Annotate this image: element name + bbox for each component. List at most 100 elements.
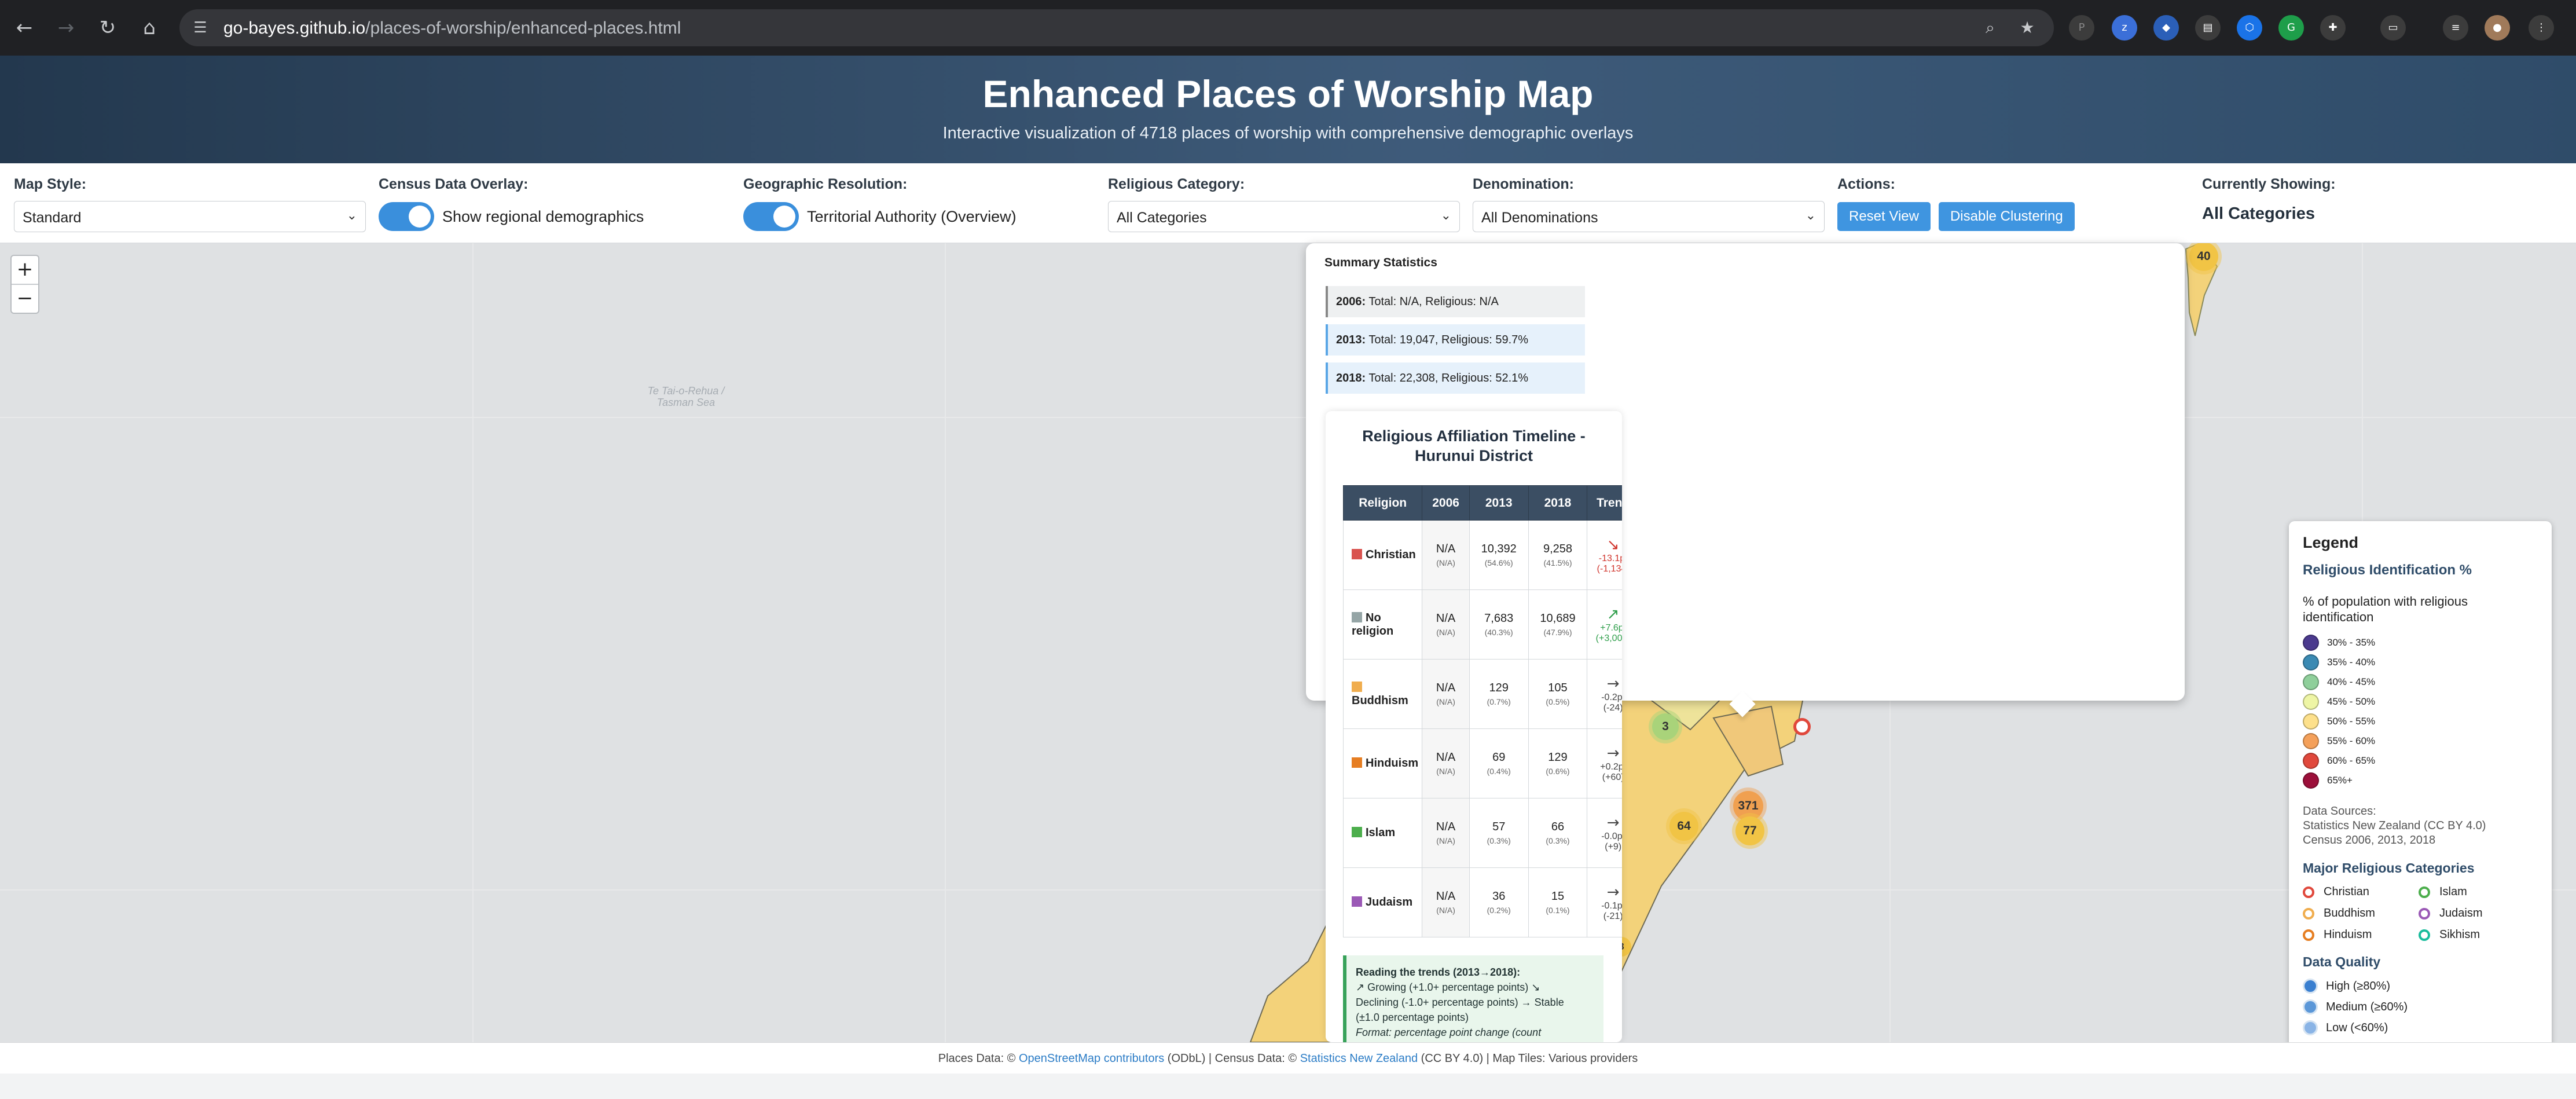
chevron-down-icon: ⌄ [346, 208, 357, 223]
value-cell: N/A (N/A) [1422, 867, 1470, 937]
stats-nz-link[interactable]: Statistics New Zealand [1300, 1052, 1418, 1065]
menu-dots-icon[interactable]: ⋮ [2529, 15, 2554, 41]
url-text[interactable]: go-bayes.github.io/places-of-worship/enh… [223, 19, 681, 38]
actions-control: Actions: Reset View Disable Clustering [1837, 176, 2083, 232]
cluster-marker[interactable]: 77 [1735, 816, 1764, 845]
trend-cell: ↗+7.6pt(+3,006) [1587, 589, 1622, 660]
value-cell: N/A (N/A) [1422, 589, 1470, 660]
religious-category-select[interactable]: All Categories ⌄ [1108, 201, 1460, 232]
scale-swatch [2303, 713, 2319, 730]
legend-scale-item: 65%+ [2303, 771, 2538, 790]
currently-showing: Currently Showing: All Categories [2202, 176, 2336, 223]
value-cell: 129 (0.6%) [1528, 728, 1588, 798]
zoom-out-button[interactable]: − [12, 285, 38, 313]
scale-swatch [2303, 674, 2319, 690]
zoom-control: + − [10, 255, 39, 314]
denomination-select[interactable]: All Denominations ⌄ [1473, 201, 1825, 232]
scale-swatch [2303, 772, 2319, 789]
trend-arrow-icon: → [1606, 675, 1620, 693]
religion-cell: Hinduism [1342, 728, 1423, 798]
page-title: Enhanced Places of Worship Map [982, 72, 1594, 115]
trend-cell: →-0.1pt(-21) [1587, 867, 1622, 937]
home-icon[interactable]: ⌂ [135, 14, 163, 42]
value-cell: 57 (0.3%) [1469, 798, 1529, 868]
extension-hex-icon[interactable]: ⬡ [2237, 15, 2262, 41]
census-overlay-control: Census Data Overlay: Show regional demog… [379, 176, 644, 232]
media-controls-icon[interactable]: ≡ [2443, 15, 2468, 41]
value-cell: N/A (N/A) [1422, 798, 1470, 868]
chevron-down-icon: ⌄ [1440, 208, 1451, 223]
scale-swatch [2303, 694, 2319, 710]
denomination-control: Denomination: All Denominations ⌄ [1473, 176, 1825, 232]
attribution-footer: Places Data: © OpenStreetMap contributor… [0, 1042, 2576, 1074]
value-cell: N/A (N/A) [1422, 659, 1470, 729]
value-cell: 15 (0.1%) [1528, 867, 1588, 937]
trend-arrow-icon: ↘ [1606, 536, 1620, 554]
legend-scale-item: 45% - 50% [2303, 692, 2538, 712]
map-style-control: Map Style: Standard ⌄ [14, 176, 366, 232]
summary-title: Summary Statistics [1324, 256, 1437, 269]
value-cell: 69 (0.4%) [1469, 728, 1529, 798]
map-canvas[interactable]: Te Tai-o-Rehua / Tasman Sea 40 3 64 371 … [0, 243, 2576, 1042]
religious-category-control: Religious Category: All Categories ⌄ [1108, 176, 1460, 232]
extension-doc-icon[interactable]: ▤ [2195, 15, 2221, 41]
page-header: Enhanced Places of Worship Map Interacti… [0, 56, 2576, 163]
bottom-strip [0, 1074, 2576, 1099]
extension-zm-icon[interactable]: z [2112, 15, 2137, 41]
site-info-icon[interactable]: ☰ [190, 17, 211, 38]
religious-timeline-card: Religious Affiliation Timeline - Hurunui… [1326, 411, 1622, 1042]
quality-dot-icon [2303, 1020, 2318, 1035]
reload-icon[interactable]: ↻ [94, 14, 122, 42]
extension-grammarly-icon[interactable]: G [2278, 15, 2304, 41]
cluster-marker[interactable]: 64 [1669, 812, 1698, 841]
category-item: Sikhism [2419, 928, 2534, 942]
cluster-marker[interactable]: 3 [1652, 713, 1679, 740]
religion-cell: No religion [1342, 589, 1423, 660]
timeline-table: Religion 2006 2013 2018 Trend ChristianN… [1342, 485, 1622, 937]
categories-title: Major Religious Categories [2303, 860, 2475, 875]
place-marker[interactable] [1793, 718, 1811, 735]
quality-item: Medium (≥60%) [2303, 997, 2538, 1017]
back-icon[interactable]: ← [10, 14, 38, 42]
extensions-puzzle-icon[interactable]: ✚ [2320, 15, 2346, 41]
value-cell: 10,689 (47.9%) [1528, 589, 1588, 660]
categories-grid: Christian Islam Buddhism Judaism Hinduism Sik… [2303, 885, 2538, 942]
legend-description: % of population with religious identific… [2303, 594, 2468, 624]
value-cell: 9,258 (41.5%) [1528, 520, 1588, 590]
extension-p-icon[interactable]: P [2069, 15, 2094, 41]
table-row: IslamN/A(N/A)57(0.3%)66(0.3%)→-0.0pt(+9) [1342, 798, 1622, 868]
extension-shield-icon[interactable]: ◆ [2153, 15, 2179, 41]
tab-search-icon[interactable]: ▭ [2380, 15, 2406, 41]
page-subtitle: Interactive visualization of 4718 places… [942, 124, 1634, 142]
zoom-icon[interactable]: ⌕ [1980, 17, 2001, 38]
religion-swatch [1352, 611, 1362, 622]
column-header: Religion [1342, 485, 1423, 521]
legend-scale-item: 60% - 65% [2303, 751, 2538, 771]
zoom-in-button[interactable]: + [12, 256, 38, 284]
legend-scale-item: 50% - 55% [2303, 712, 2538, 731]
forward-icon[interactable]: → [52, 14, 80, 42]
browser-toolbar: ← → ↻ ⌂ ☰ go-bayes.github.io/places-of-w… [0, 0, 2576, 56]
trend-arrow-icon: → [1606, 883, 1620, 901]
table-row: JudaismN/A(N/A)36(0.2%)15(0.1%)→-0.1pt(-… [1342, 867, 1622, 937]
column-header: 2018 [1528, 485, 1588, 521]
category-item: Islam [2419, 885, 2534, 899]
profile-avatar[interactable]: ● [2485, 15, 2510, 41]
trend-arrow-icon: → [1606, 814, 1620, 831]
scale-swatch [2303, 654, 2319, 671]
cluster-marker[interactable]: 40 [2189, 243, 2218, 271]
category-dot-icon [2419, 929, 2430, 941]
scale-swatch [2303, 635, 2319, 651]
disable-clustering-button[interactable]: Disable Clustering [1938, 202, 2075, 231]
scale-swatch [2303, 753, 2319, 769]
geo-resolution-toggle[interactable] [743, 202, 799, 231]
bookmark-star-icon[interactable]: ★ [2017, 17, 2038, 38]
quality-dot-icon [2303, 979, 2318, 994]
religion-swatch [1352, 681, 1362, 692]
address-bar[interactable]: ☰ go-bayes.github.io/places-of-worship/e… [179, 9, 2054, 46]
census-overlay-toggle[interactable] [379, 202, 434, 231]
map-style-select[interactable]: Standard ⌄ [14, 201, 366, 232]
reset-view-button[interactable]: Reset View [1837, 202, 1931, 231]
chevron-down-icon: ⌄ [1805, 208, 1816, 223]
osm-link[interactable]: OpenStreetMap contributors [1019, 1052, 1164, 1065]
